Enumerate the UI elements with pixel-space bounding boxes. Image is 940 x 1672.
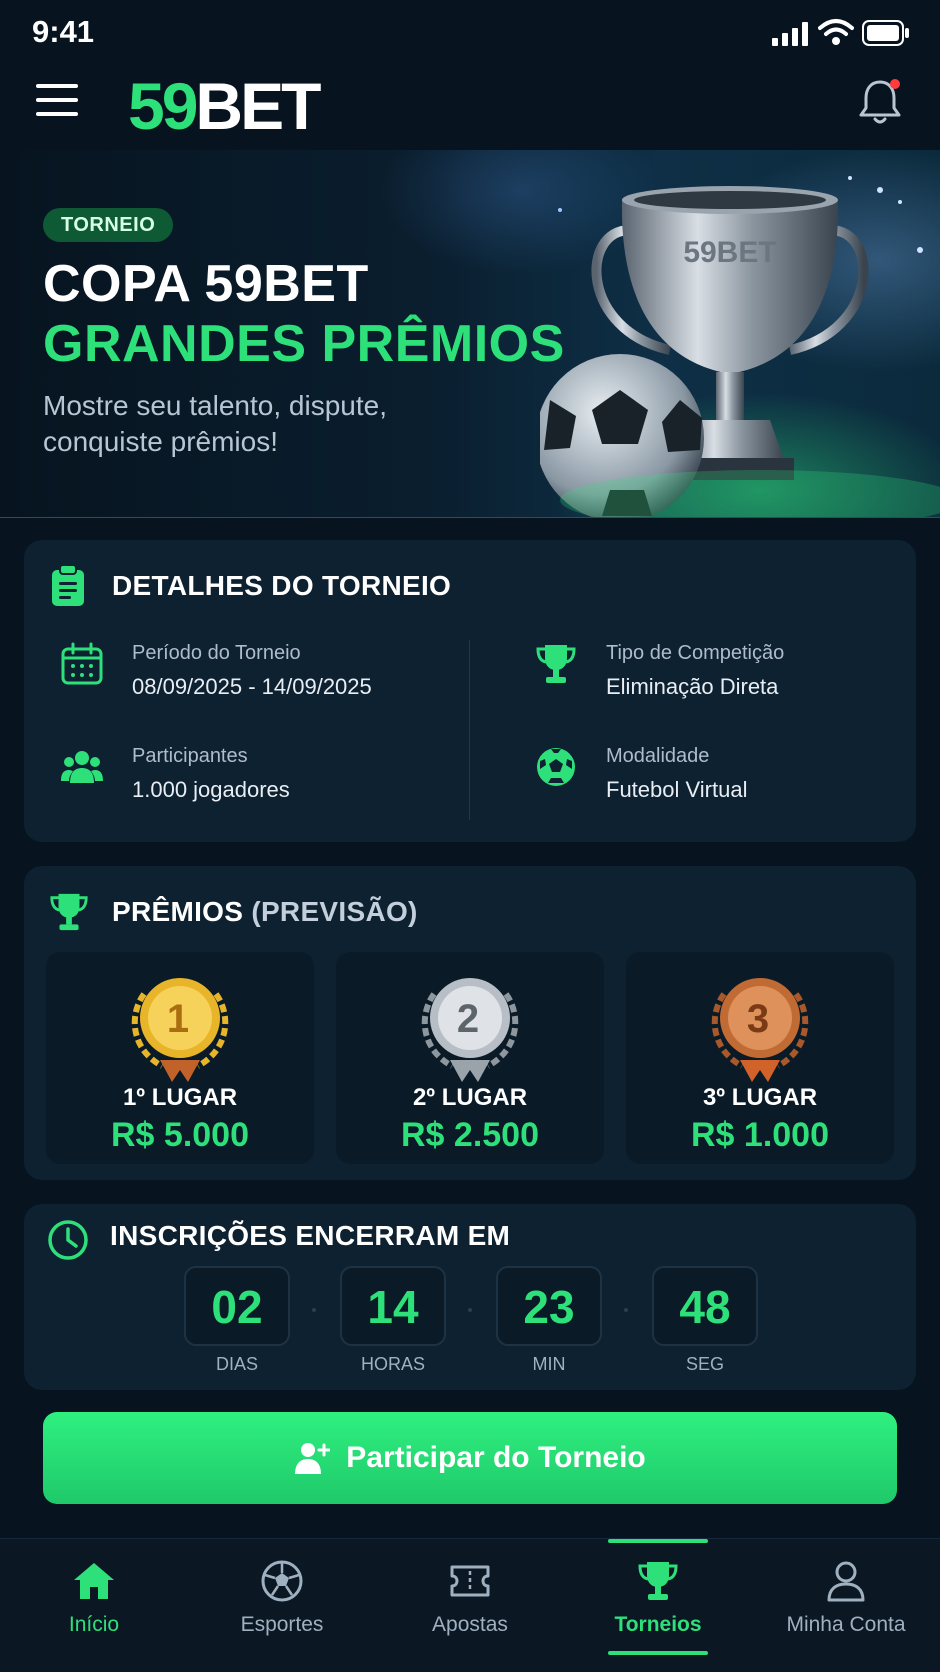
hero-subtitle-title: GRANDES PRÊMIOS [43,315,565,373]
soccer-ball-icon [537,748,575,786]
calendar-icon [61,642,103,685]
join-tournament-label: Participar do Torneio [346,1441,646,1474]
medal-rank: 1 [167,997,189,1041]
active-indicator-bottom [608,1651,708,1655]
countdown-title: INSCRIÇÕES ENCERRAM EM [110,1220,511,1251]
bronze-medal-icon: 3 [711,978,809,1082]
trophy-icon [50,893,88,931]
notification-bell-icon[interactable] [856,76,904,128]
clock-icon [48,1220,88,1260]
countdown-unit: DIAS [215,1354,258,1374]
nav-label: Apostas [432,1613,508,1636]
countdown-value: 14 [340,1266,446,1346]
prize-amount: R$ 1.000 [691,1116,829,1154]
countdown-separator [312,1308,316,1312]
nav-item-account[interactable]: Minha Conta [752,1539,940,1672]
registration-countdown-card: INSCRIÇÕES ENCERRAM EM 02 DIAS 14 HORAS … [24,1204,916,1390]
user-icon [827,1561,865,1602]
users-icon [61,751,103,783]
medal-rank: 3 [747,997,769,1041]
detail-value: Eliminação Direta [606,674,779,699]
detail-value: 1.000 jogadores [132,777,290,802]
brand-logo[interactable]: 59BET [128,68,321,144]
prize-place: 3º LUGAR [702,1084,818,1111]
nav-label: Início [68,1613,120,1636]
tournament-details-card: DETALHES DO TORNEIO Período do Torneio 0… [24,540,916,842]
prizes-card: PRÊMIOS (PREVISÃO) 1 1º LUGAR R$ 5.000 2… [24,866,916,1180]
countdown-days: 02 DIAS [184,1266,290,1378]
countdown-value: 48 [652,1266,758,1346]
detail-label: Participantes [132,745,248,767]
nav-item-tournaments[interactable]: Torneios [564,1539,752,1672]
detail-value: Futebol Virtual [606,777,748,802]
join-tournament-button[interactable]: Participar do Torneio [43,1412,897,1504]
trophy-icon [638,1562,678,1600]
active-indicator-top [608,1539,708,1543]
countdown-unit: SEG [685,1354,724,1374]
detail-value: 08/09/2025 - 14/09/2025 [132,674,372,699]
ticket-icon [450,1565,490,1597]
nav-item-bets[interactable]: Apostas [376,1539,564,1672]
trophy-icon [536,645,576,683]
hero-title: COPA 59BET [43,255,369,313]
medal-rank: 2 [457,997,479,1041]
countdown-hours: 14 HORAS [340,1266,446,1378]
add-user-icon [295,1443,331,1474]
prize-amount: R$ 5.000 [111,1116,249,1154]
prize-third-place: 3 3º LUGAR R$ 1.000 [626,952,894,1164]
prizes-title-suffix: (PREVISÃO) [251,896,418,927]
prize-first-place: 1 1º LUGAR R$ 5.000 [46,952,314,1164]
prize-second-place: 2 2º LUGAR R$ 2.500 [336,952,604,1164]
hero-banner[interactable]: 59BET TORNEIO COPA 59BET GRANDES PRÊMIOS… [0,150,940,518]
menu-icon[interactable] [36,84,78,120]
bottom-navigation: Início Esportes Apostas Torneios Minha C… [0,1538,940,1672]
countdown-separator [468,1308,472,1312]
nav-item-sports[interactable]: Esportes [188,1539,376,1672]
status-bar: 9:41 [0,0,940,64]
hero-description: Mostre seu talento, dispute, conquiste p… [43,390,387,457]
nav-item-home[interactable]: Início [0,1539,188,1672]
detail-label: Tipo de Competição [606,642,785,664]
silver-medal-icon: 2 [421,978,519,1082]
nav-label: Esportes [240,1613,324,1636]
prize-place: 1º LUGAR [122,1084,238,1111]
details-title: DETALHES DO TORNEIO [112,570,452,601]
signal-icon [772,22,808,46]
home-icon [74,1563,114,1599]
countdown-minutes: 23 MIN [496,1266,602,1378]
trophy-engraving: 59BET [683,236,776,269]
battery-icon [862,20,909,46]
clipboard-icon [52,564,84,606]
prizes-title: PRÊMIOS (PREVISÃO) [112,896,418,927]
nav-label: Torneios [614,1613,702,1636]
countdown-seconds: 48 SEG [652,1266,758,1378]
countdown-separator [624,1308,628,1312]
countdown-unit: HORAS [360,1354,425,1374]
gold-medal-icon: 1 [131,978,229,1082]
details-divider [469,640,470,820]
tournament-badge: TORNEIO [43,208,174,242]
app-header: 59BET [0,64,940,150]
logo-number: 59 [128,69,198,143]
wifi-icon [818,19,854,45]
countdown-unit: MIN [532,1354,566,1374]
status-time: 9:41 [32,14,95,49]
countdown-value: 23 [496,1266,602,1346]
soccer-ball-icon [261,1560,303,1602]
trophy-and-ball-illustration: 59BET [540,176,940,517]
detail-label: Período do Torneio [132,642,301,664]
nav-label: Minha Conta [786,1613,906,1636]
countdown-value: 02 [184,1266,290,1346]
logo-text: BET [195,69,321,143]
prize-amount: R$ 2.500 [401,1116,539,1154]
detail-label: Modalidade [606,745,710,767]
prize-place: 2º LUGAR [412,1084,528,1111]
